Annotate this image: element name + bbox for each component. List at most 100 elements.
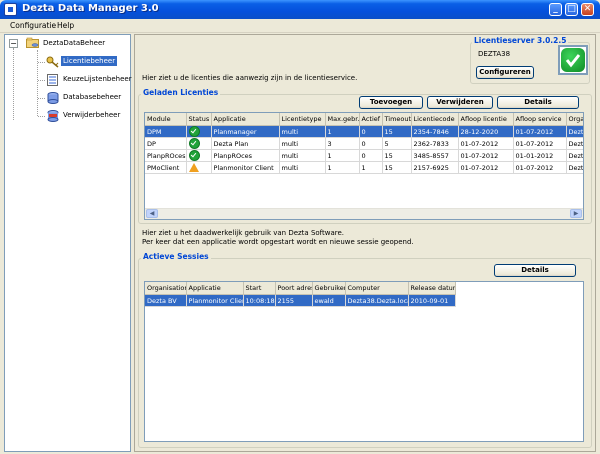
sessions-intro-line1: Hier ziet u het daadwerkelijk gebruik va… [142,229,345,237]
cell-applicatie: Planmanager [211,125,280,138]
table-row[interactable]: PlanpROces PlanpROces multi 1 0 15 3485-… [145,149,583,162]
menu-bar [0,19,600,33]
cell-applicatie: Dezta Plan [211,137,280,150]
menu-help[interactable]: Help [52,20,79,31]
col-max-gebr[interactable]: Max.gebr. [325,113,360,126]
tree-item-keuzelijstenbeheer[interactable]: KeuzeLijstenbeheer [61,74,134,84]
col-start[interactable]: Start [243,282,276,295]
col-computer[interactable]: Computer [345,282,409,295]
cell-max-gebr: 1 [325,125,360,138]
status-ok-icon [188,150,200,161]
folder-db-icon [26,37,40,49]
sessions-group-title: Actieve Sessies [141,252,211,261]
cell-actief: 0 [359,149,383,162]
database-icon [46,92,60,104]
tree-root-label[interactable]: DeztaDataBeheer [41,38,107,48]
col-applicatie[interactable]: Applicatie [186,282,244,295]
cell-afloop-service: 01-07-2012 [513,137,567,150]
close-button[interactable]: ✕ [581,3,594,16]
cell-module: PlanpROces [145,149,187,162]
col-organisation[interactable]: Organisation [145,282,187,295]
col-status[interactable]: Status [186,113,212,126]
cell-organisatie: Dezta [566,125,583,138]
warning-icon [188,163,199,172]
add-license-button[interactable]: Toevoegen [359,96,423,109]
cell-licentietype: multi [279,137,326,150]
cell-status [186,149,212,162]
delete-db-icon [46,110,60,122]
session-details-button[interactable]: Details [494,264,576,277]
status-ok-icon [188,138,200,149]
app-icon [4,3,17,16]
tree-item-databasebeheer[interactable]: Databasebeheer [61,92,123,102]
cell-afloop-licentie: 01-07-2012 [458,161,514,174]
maximize-button[interactable]: □ [565,3,578,16]
cell-status [186,137,212,150]
cell-licentiecode: 2354-7846 [411,125,459,138]
cell-afloop-licentie: 01-07-2012 [458,149,514,162]
server-status-icon [558,45,588,75]
col-module[interactable]: Module [145,113,187,126]
cell-licentietype: multi [279,125,326,138]
col-applicatie[interactable]: Applicatie [211,113,280,126]
cell-organisatie: Dezta [566,161,583,174]
key-icon [46,56,60,68]
list-icon [46,74,60,86]
col-afloop-licentie[interactable]: Afloop licentie [458,113,514,126]
cell-timeout: 15 [382,125,412,138]
tree-item-licentiebeheer[interactable]: Licentiebeheer [61,56,118,66]
tree-collapse-toggle[interactable]: − [9,39,18,48]
col-organisatie[interactable]: Organ [566,113,583,126]
window-title: Dezta Data Manager 3.0 [22,3,159,14]
cell-applicatie: Planmonitor Client [211,161,280,174]
configure-button[interactable]: Configureren [476,66,534,79]
server-name: DEZTA38 [478,50,511,58]
cell-organisatie: Dezta [566,137,583,150]
cell-timeout: 15 [382,161,412,174]
cell-module: DP [145,137,187,150]
scroll-right-arrow[interactable]: ▶ [570,209,582,218]
cell-max-gebr: 3 [325,137,360,150]
cell-afloop-service: 01-07-2012 [513,161,567,174]
licenses-table[interactable]: Module Status Applicatie Licentietype Ma… [144,112,584,220]
col-afloop-service[interactable]: Afloop service [513,113,567,126]
col-gebruiker[interactable]: Gebruiker [312,282,346,295]
col-licentiecode[interactable]: Licentiecode [411,113,459,126]
licenses-group-title: Geladen Licenties [141,88,221,97]
cell-status [186,161,212,174]
cell-actief: 0 [359,137,383,150]
cell-max-gebr: 1 [325,161,360,174]
license-details-button[interactable]: Details [497,96,579,109]
cell-timeout: 15 [382,149,412,162]
cell-afloop-service: 01-01-2012 [513,149,567,162]
cell-licentietype: multi [279,161,326,174]
tree-item-verwijderbeheer[interactable]: Verwijderbeheer [61,110,122,120]
scroll-left-arrow[interactable]: ◀ [146,209,158,218]
remove-license-button[interactable]: Verwijderen [427,96,493,109]
cell-timeout: 5 [382,137,412,150]
table-row[interactable]: Dezta BV Planmonitor Client 10:08:18 215… [145,294,456,307]
cell-status [186,125,212,138]
table-row[interactable]: DP Dezta Plan multi 3 0 5 2362-7833 01-0… [145,137,583,150]
col-licentietype[interactable]: Licentietype [279,113,326,126]
col-poort-adres[interactable]: Poort adres [275,282,313,295]
col-actief[interactable]: Actief [359,113,383,126]
minimize-button[interactable]: _ [549,3,562,16]
cell-module: DPM [145,125,187,138]
col-release-datum[interactable]: Release datum [408,282,456,295]
cell-release-datum: 2010-09-01 [408,294,456,307]
cell-applicatie: Planmonitor Client [186,294,244,307]
licenses-hscrollbar[interactable] [145,208,583,219]
col-timeout[interactable]: Timeout [382,113,412,126]
table-row[interactable]: PMoClient Planmonitor Client multi 1 1 1… [145,161,583,174]
cell-computer: Dezta38.Dezta.local [345,294,409,307]
sessions-table[interactable]: Organisation Applicatie Start Poort adre… [144,281,584,442]
sessions-intro-line2: Per keer dat een applicatie wordt opgest… [142,238,414,246]
cell-start: 10:08:18 [243,294,276,307]
table-row[interactable]: DPM Planmanager multi 1 0 15 2354-7846 2… [145,125,583,138]
cell-applicatie: PlanpROces [211,149,280,162]
cell-actief: 1 [359,161,383,174]
status-ok-icon [188,126,200,137]
server-title: Licentieserver 3.0.2.5 [472,36,569,45]
cell-afloop-licentie: 28-12-2020 [458,125,514,138]
